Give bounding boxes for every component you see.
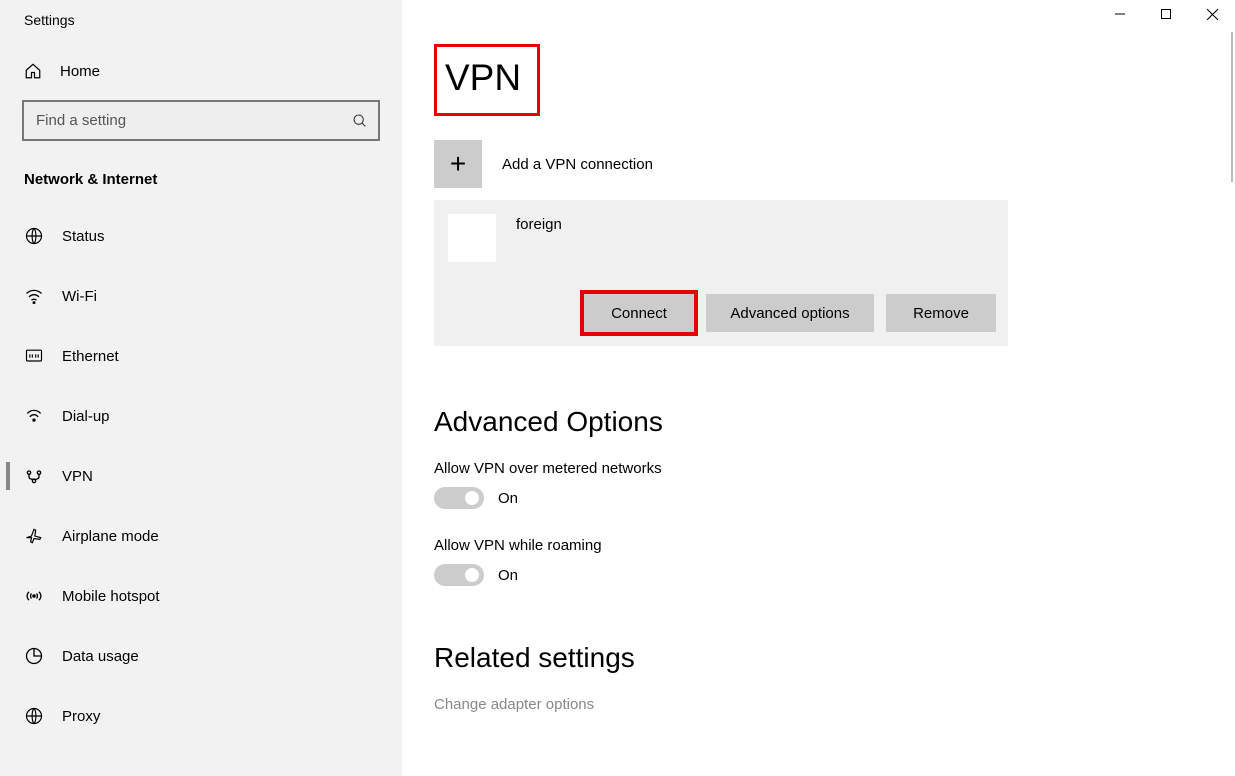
settings-window: Settings Home Find a setting Network & I… (0, 0, 1235, 776)
data-usage-icon (24, 646, 44, 666)
nav-label: Dial-up (62, 408, 110, 425)
nav-label: Status (62, 228, 105, 245)
advanced-options-button[interactable]: Advanced options (706, 294, 874, 332)
nav-label: Wi-Fi (62, 288, 97, 305)
nav-label: Proxy (62, 708, 100, 725)
scrollbar[interactable] (1231, 32, 1233, 182)
remove-button[interactable]: Remove (886, 294, 996, 332)
nav-label: Airplane mode (62, 528, 159, 545)
sidebar: Settings Home Find a setting Network & I… (0, 0, 402, 776)
sidebar-item-status[interactable]: Status (0, 206, 402, 266)
nav-label: Ethernet (62, 348, 119, 365)
nav-home[interactable]: Home (0, 50, 402, 92)
hotspot-icon (24, 586, 44, 606)
related-settings-heading: Related settings (434, 642, 1205, 674)
nav-label: Data usage (62, 648, 139, 665)
sidebar-item-datausage[interactable]: Data usage (0, 626, 402, 686)
maximize-button[interactable] (1143, 0, 1189, 28)
home-icon (24, 62, 42, 80)
change-adapter-options-link[interactable]: Change adapter options (434, 696, 1205, 713)
nav-label: VPN (62, 468, 93, 485)
vpn-connection-icon (448, 214, 496, 262)
search-input[interactable]: Find a setting (22, 100, 380, 141)
connect-button[interactable]: Connect (584, 294, 694, 332)
advanced-options-heading: Advanced Options (434, 406, 1205, 438)
sidebar-item-airplane[interactable]: Airplane mode (0, 506, 402, 566)
dialup-icon (24, 406, 44, 426)
airplane-icon (24, 526, 44, 546)
vpn-icon (24, 466, 44, 486)
search-icon (352, 113, 368, 129)
plus-icon: + (434, 140, 482, 188)
sidebar-category: Network & Internet (0, 155, 402, 206)
sidebar-item-dialup[interactable]: Dial-up (0, 386, 402, 446)
sidebar-item-hotspot[interactable]: Mobile hotspot (0, 566, 402, 626)
search-placeholder: Find a setting (36, 112, 126, 129)
metered-label: Allow VPN over metered networks (434, 460, 1205, 477)
add-vpn-label: Add a VPN connection (502, 156, 653, 173)
roaming-label: Allow VPN while roaming (434, 537, 1205, 554)
roaming-toggle[interactable] (434, 564, 484, 586)
sidebar-item-proxy[interactable]: Proxy (0, 686, 402, 746)
vpn-entry[interactable]: foreign Connect Advanced options Remove (434, 200, 1008, 346)
nav-label: Mobile hotspot (62, 588, 160, 605)
main-pane: VPN + Add a VPN connection foreign Conne… (402, 0, 1235, 776)
proxy-icon (24, 706, 44, 726)
roaming-state: On (498, 567, 518, 584)
nav-home-label: Home (60, 63, 100, 80)
ethernet-icon (24, 346, 44, 366)
metered-toggle[interactable] (434, 487, 484, 509)
minimize-button[interactable] (1097, 0, 1143, 28)
sidebar-item-ethernet[interactable]: Ethernet (0, 326, 402, 386)
app-name: Settings (0, 12, 402, 50)
metered-state: On (498, 490, 518, 507)
page-title: VPN (434, 44, 540, 116)
sidebar-item-vpn[interactable]: VPN (0, 446, 402, 506)
status-icon (24, 226, 44, 246)
sidebar-item-wifi[interactable]: Wi-Fi (0, 266, 402, 326)
vpn-name: foreign (516, 214, 562, 233)
add-vpn-button[interactable]: + Add a VPN connection (434, 140, 1205, 188)
close-button[interactable] (1189, 0, 1235, 28)
wifi-icon (24, 286, 44, 306)
window-controls (1097, 0, 1235, 28)
